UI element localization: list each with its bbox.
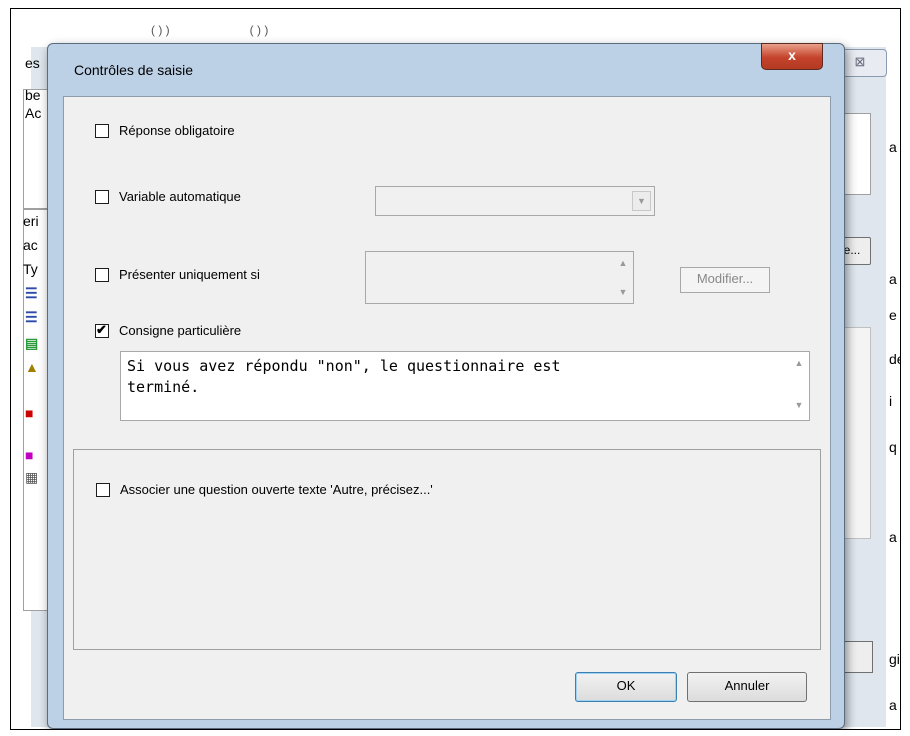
bg-fragment: de (889, 351, 900, 367)
bg-fragment: a (889, 529, 897, 545)
bg-icon-list: ☰ (25, 285, 38, 301)
bg-icon-magenta: ■ (25, 447, 34, 463)
bg-fragment: i (889, 393, 893, 409)
dialog-title: Contrôles de saisie (74, 62, 194, 78)
bg-fragment: be (25, 87, 41, 103)
bg-fragment: gi (889, 651, 900, 667)
dropdown-arrow-icon[interactable]: ▼ (632, 191, 651, 211)
required-answer-row: Réponse obligatoire (95, 123, 235, 138)
bg-fragment: e (889, 307, 897, 323)
bg-fragment: eri (23, 213, 39, 229)
scroll-up-icon[interactable]: ▲ (615, 254, 631, 272)
bg-fragment: ac (23, 237, 38, 253)
scroll-down-icon[interactable]: ▼ (615, 283, 631, 301)
auto-variable-label: Variable automatique (119, 189, 241, 204)
bg-icon-list: ☰ (25, 309, 38, 325)
ok-button[interactable]: OK (575, 672, 677, 702)
close-icon: x (788, 47, 796, 63)
bg-icon-number: ▲ (25, 359, 39, 375)
special-instruction-checkbox[interactable]: ✔ (95, 321, 109, 338)
background-close-icon: ⊠ (854, 54, 866, 69)
dialog-client-area: Réponse obligatoire Variable automatique… (63, 96, 831, 720)
bg-icon-grid: ▤ (25, 335, 39, 351)
screenshot-frame: ( ) ) ( ) ) ⊠ e... es be Ac eri ac Ty a … (10, 8, 901, 730)
modify-button[interactable]: Modifier... (680, 267, 770, 293)
open-question-checkbox[interactable] (96, 482, 110, 497)
present-only-if-label: Présenter uniquement si (119, 267, 260, 282)
bg-fragment: a (889, 271, 897, 287)
open-question-section: Associer une question ouverte texte 'Aut… (73, 449, 821, 650)
options-section: Réponse obligatoire Variable automatique… (74, 97, 817, 439)
bg-fragment: a (889, 697, 897, 713)
special-instruction-row: ✔ Consigne particulière (95, 321, 242, 338)
close-button[interactable]: x (761, 43, 823, 70)
dialog-titlebar[interactable]: Contrôles de saisie x (48, 43, 844, 96)
bg-fragment: Ac (25, 105, 42, 121)
special-instruction-textarea[interactable]: Si vous avez répondu "non", le questionn… (120, 351, 810, 421)
bg-fragment: es (25, 55, 40, 71)
auto-variable-checkbox[interactable] (95, 189, 109, 204)
bg-fragment: Ty (23, 261, 38, 277)
check-icon: ✔ (96, 321, 107, 337)
bg-icon-red: ■ (25, 405, 34, 421)
background-top-text: ( ) ) ( ) ) (151, 23, 269, 37)
open-question-row: Associer une question ouverte texte 'Aut… (96, 482, 433, 497)
scroll-up-icon[interactable]: ▲ (793, 358, 805, 372)
bg-fragment: a (889, 139, 897, 155)
bg-fragment: q (889, 439, 897, 455)
condition-listbox[interactable]: ▲ ▼ (365, 251, 634, 304)
bg-icon-calendar: ▦ (25, 469, 39, 485)
auto-variable-dropdown[interactable]: ▼ (375, 186, 655, 216)
required-answer-checkbox[interactable] (95, 123, 109, 138)
open-question-label: Associer une question ouverte texte 'Aut… (120, 482, 433, 497)
special-instruction-text: Si vous avez répondu "non", le questionn… (127, 357, 561, 396)
required-answer-label: Réponse obligatoire (119, 123, 235, 138)
present-only-if-checkbox[interactable] (95, 267, 109, 282)
auto-variable-row: Variable automatique (95, 189, 241, 204)
input-controls-dialog: Contrôles de saisie x Réponse obligatoir… (47, 43, 845, 729)
cancel-button[interactable]: Annuler (687, 672, 807, 702)
special-instruction-label: Consigne particulière (119, 323, 242, 338)
present-only-if-row: Présenter uniquement si (95, 267, 260, 282)
scroll-down-icon[interactable]: ▼ (793, 400, 805, 414)
